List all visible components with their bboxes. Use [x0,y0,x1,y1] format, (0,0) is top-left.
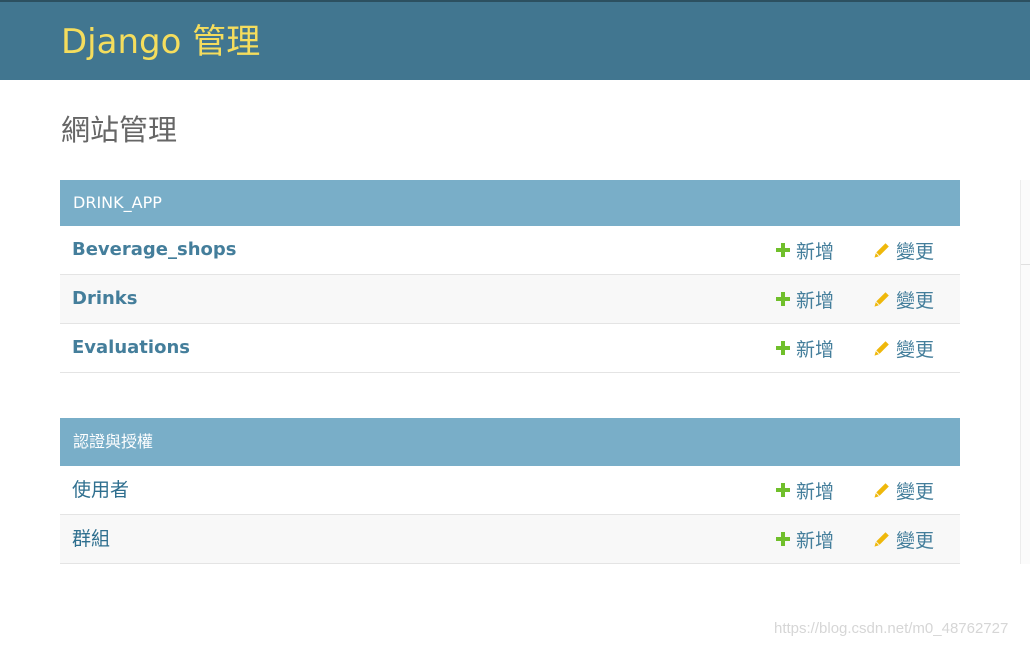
pencil-icon [874,532,889,547]
pencil-icon [874,292,889,307]
plus-icon [776,243,790,257]
plus-icon [776,532,790,546]
add-label: 新增 [796,338,835,361]
pencil-icon [874,243,889,258]
site-name-link[interactable]: Django 管理 [61,22,260,62]
pencil-icon [874,483,889,498]
model-link[interactable]: Evaluations [72,324,190,372]
model-row-users: 使用者 新增 變更 [60,466,960,515]
model-row-groups: 群組 新增 變更 [60,515,960,564]
change-label: 變更 [896,338,935,361]
header: Django 管理 [0,2,1030,80]
plus-icon [776,483,790,497]
app-module-drink-app: DRINK_APP Beverage_shops 新增 變更 Drinks 新增… [60,180,960,373]
panel-divider [1021,264,1030,265]
model-link[interactable]: Beverage_shops [72,226,236,274]
model-link[interactable]: 群組 [72,515,110,563]
watermark: https://blog.csdn.net/m0_48762727 [774,620,1009,637]
recent-actions-panel-edge [1020,180,1030,564]
change-link[interactable]: 變更 [873,515,934,563]
add-link[interactable]: 新增 [775,275,834,323]
module-caption[interactable]: 認證與授權 [60,418,960,466]
add-link[interactable]: 新增 [775,324,834,372]
change-link[interactable]: 變更 [873,226,934,274]
add-label: 新增 [796,289,835,312]
change-link[interactable]: 變更 [873,275,934,323]
add-label: 新增 [796,529,835,552]
plus-icon [776,292,790,306]
model-row-drinks: Drinks 新增 變更 [60,275,960,324]
module-caption[interactable]: DRINK_APP [60,180,960,226]
change-label: 變更 [896,289,935,312]
pencil-icon [874,341,889,356]
page-title: 網站管理 [61,113,178,147]
add-label: 新增 [796,480,835,503]
add-link[interactable]: 新增 [775,226,834,274]
change-link[interactable]: 變更 [873,324,934,372]
model-row-beverage-shops: Beverage_shops 新增 變更 [60,226,960,275]
change-label: 變更 [896,240,935,263]
model-link[interactable]: Drinks [72,275,138,323]
change-link[interactable]: 變更 [873,466,934,514]
add-label: 新增 [796,240,835,263]
app-module-auth: 認證與授權 使用者 新增 變更 群組 新增 變更 [60,418,960,564]
change-label: 變更 [896,529,935,552]
model-link[interactable]: 使用者 [72,466,129,514]
change-label: 變更 [896,480,935,503]
plus-icon [776,341,790,355]
model-row-evaluations: Evaluations 新增 變更 [60,324,960,373]
add-link[interactable]: 新增 [775,515,834,563]
add-link[interactable]: 新增 [775,466,834,514]
